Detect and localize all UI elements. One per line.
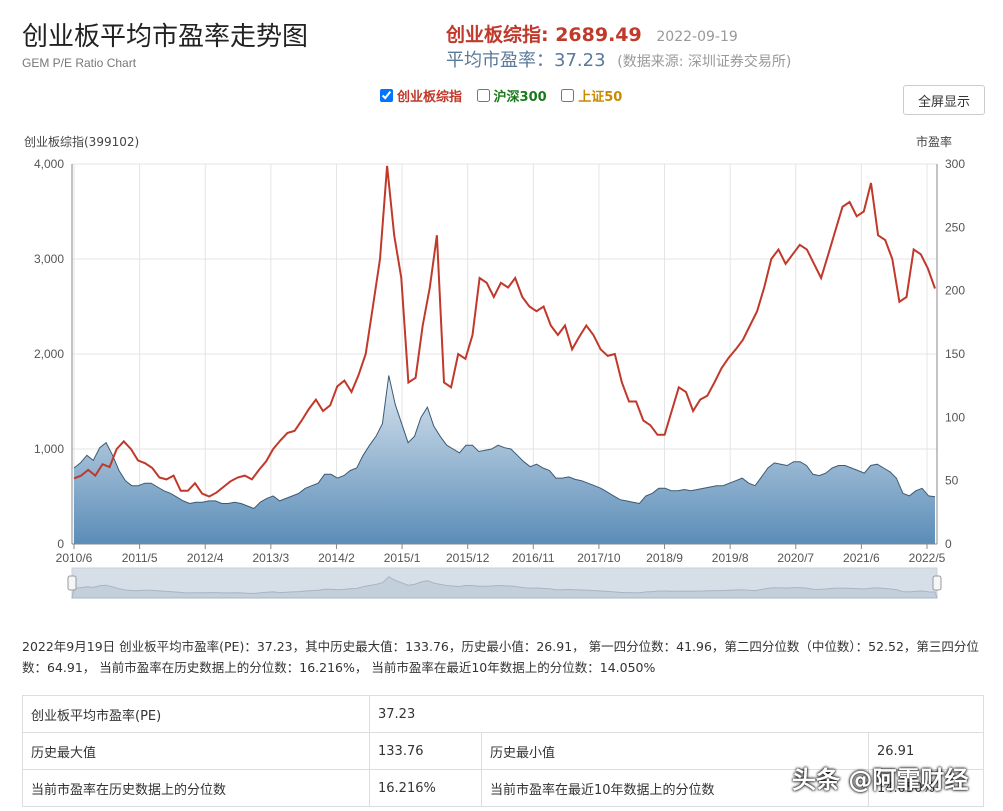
x-tick-label: 2014/2 <box>318 551 355 565</box>
legend-item-gem[interactable]: 创业板综指 <box>380 86 462 105</box>
y-right-tick-label: 300 <box>945 157 965 171</box>
x-tick-label: 2011/5 <box>122 551 158 565</box>
table-cell: 当前市盈率在历史数据上的分位数 <box>22 769 370 807</box>
x-tick-label: 2019/8 <box>712 551 749 565</box>
legend-label-gem: 创业板综指 <box>397 90 463 105</box>
pe-area-fill <box>74 375 935 544</box>
y-right-axis-title: 市盈率 <box>916 134 952 149</box>
watermark: 头条 @阿霏财经 <box>792 766 969 794</box>
index-line <box>73 165 936 498</box>
x-tick-label: 2021/6 <box>843 551 880 565</box>
x-tick-label: 2010/6 <box>56 551 93 565</box>
page-title: 创业板平均市盈率走势图 <box>22 22 309 52</box>
y-right-tick-label: 0 <box>945 537 952 551</box>
pe-value-line: 平均市盈率：37.23 (数据来源: 深圳证券交易所) <box>446 46 791 72</box>
index-date: 2022-09-19 <box>656 29 738 45</box>
y-left-tick-label: 2,000 <box>34 347 64 361</box>
range-navigator[interactable] <box>67 567 942 599</box>
table-cell: 133.76 <box>369 732 482 770</box>
y-right-tick-label: 50 <box>945 474 959 488</box>
pe-area-series <box>73 375 936 544</box>
fullscreen-button[interactable]: 全屏显示 <box>903 85 985 115</box>
y-left-tick-label: 0 <box>57 537 64 551</box>
legend-checkbox-sz50[interactable] <box>561 89 575 102</box>
x-tick-label: 2013/3 <box>252 551 289 565</box>
legend-checkbox-hs300[interactable] <box>476 89 490 102</box>
y-left-tick-label: 3,000 <box>34 252 64 266</box>
index-value-line: 创业板综指: 2689.49 2022-09-19 <box>446 20 738 47</box>
navigator-handle-right[interactable] <box>932 575 942 591</box>
legend-checkbox-gem[interactable] <box>380 89 393 102</box>
series-legend: 创业板综指 沪深300 上证50 <box>380 86 632 106</box>
pe-value: 平均市盈率：37.23 <box>446 50 606 71</box>
summary-text: 2022年9月19日 创业板平均市盈率(PE)：37.23，其中历史最大值：13… <box>22 639 979 675</box>
table-cell: 创业板平均市盈率(PE) <box>22 695 370 733</box>
x-tick-label: 2012/4 <box>187 551 224 565</box>
table-row: 创业板平均市盈率(PE) 37.23 <box>22 695 984 733</box>
y-left-axis-title: 创业板综指(399102) <box>24 134 139 149</box>
navigator-handle-left[interactable] <box>67 575 77 591</box>
table-cell: 37.23 <box>369 695 984 733</box>
legend-item-sz50[interactable]: 上证50 <box>561 86 622 105</box>
y-left-tick-label: 1,000 <box>34 442 64 456</box>
pe-chart: 0 1,000 2,000 3,000 4,000 0 50 100 150 200 250 300 2… <box>24 134 965 599</box>
index-value: 创业板综指: 2689.49 <box>446 24 642 46</box>
x-tick-label: 2016/11 <box>512 551 555 565</box>
data-source: (数据来源: 深圳证券交易所) <box>617 54 792 70</box>
y-left-tick-label: 4,000 <box>34 157 64 171</box>
table-cell: 历史最大值 <box>22 732 370 770</box>
x-tick-label: 2017/10 <box>577 551 621 565</box>
y-right-tick-label: 250 <box>945 220 965 234</box>
x-tick-label: 2020/7 <box>777 551 814 565</box>
index-line-series <box>73 165 936 498</box>
y-right-tick-label: 150 <box>945 347 965 361</box>
legend-label-sz50: 上证50 <box>578 90 623 105</box>
y-right-tick-label: 100 <box>945 410 965 424</box>
table-cell: 16.216% <box>369 769 482 807</box>
x-tick-label: 2015/1 <box>384 551 421 565</box>
x-tick-label: 2018/9 <box>646 551 683 565</box>
y-right-tick-label: 200 <box>945 284 965 298</box>
page-subtitle: GEM P/E Ratio Chart <box>22 56 137 70</box>
x-tick-label: 2022/5 <box>909 551 946 565</box>
legend-label-hs300: 沪深300 <box>493 90 547 105</box>
x-tick-label: 2015/12 <box>446 551 490 565</box>
legend-item-hs300[interactable]: 沪深300 <box>476 86 547 105</box>
